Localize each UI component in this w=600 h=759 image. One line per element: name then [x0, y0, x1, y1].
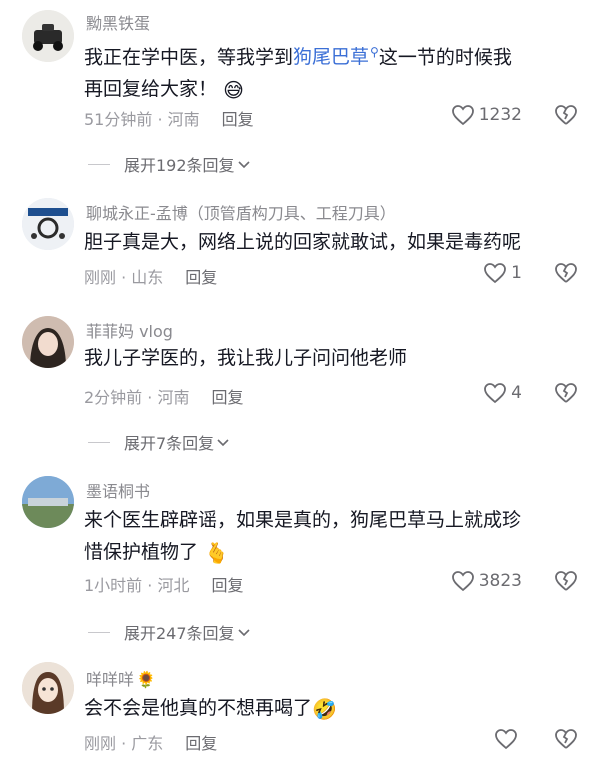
heart-icon — [451, 571, 474, 592]
chevron-down-icon — [237, 629, 250, 637]
avatar[interactable] — [22, 10, 74, 62]
avatar[interactable] — [22, 316, 74, 368]
comment-meta: 2分钟前 · 河南 回复 — [84, 384, 243, 408]
heart-icon — [484, 383, 507, 404]
comment-meta: 刚刚 · 山东 回复 — [84, 264, 217, 288]
divider-line — [88, 631, 110, 633]
like-count: 4 — [511, 383, 522, 403]
like-button[interactable]: 1 — [483, 262, 522, 284]
username[interactable]: 聊城永正-孟博（顶管盾构刀具、工程刀具） — [86, 200, 396, 224]
comment-time-location: 51分钟前 · 河南 — [84, 110, 200, 129]
like-button[interactable]: 1232 — [451, 104, 522, 126]
avatar[interactable] — [22, 198, 74, 250]
expand-label: 展开247条回复 — [124, 624, 235, 643]
comment-time-location: 2分钟前 · 河南 — [84, 388, 190, 407]
like-button[interactable]: 4 — [483, 382, 522, 404]
comment-text: 我儿子学医的，我让我儿子问问他老师 — [84, 347, 408, 369]
avatar[interactable] — [22, 662, 74, 714]
expand-replies-button[interactable]: 展开192条回复 — [88, 152, 251, 176]
expand-replies-button[interactable]: 展开247条回复 — [88, 620, 251, 644]
like-count: 3823 — [478, 571, 522, 591]
sunflower-icon: 🌻 — [136, 670, 156, 689]
emoji: 🤣 — [312, 696, 337, 721]
broken-heart-icon — [555, 729, 577, 749]
comment-text: 会不会是他真的不想再喝了🤣 — [84, 692, 584, 725]
divider-line — [88, 163, 110, 165]
broken-heart-icon — [555, 105, 577, 125]
broken-heart-icon — [555, 383, 577, 403]
reply-button[interactable]: 回复 — [211, 388, 243, 407]
comment-meta: 刚刚 · 广东 回复 — [84, 730, 217, 754]
divider-line — [88, 441, 110, 443]
username[interactable]: 黝黑铁蛋 — [86, 10, 150, 34]
heart-icon — [451, 105, 474, 126]
chevron-down-icon — [237, 161, 250, 169]
comment-text: 胆子真是大，网络上说的回家就敢试，如果是毒药呢 — [84, 231, 522, 253]
like-count: 1232 — [478, 105, 522, 125]
search-icon: ⚲ — [370, 45, 379, 59]
emoji: 🫰 — [204, 540, 229, 565]
chevron-down-icon — [217, 439, 229, 447]
search-link[interactable]: 狗尾巴草⚲ — [293, 45, 379, 68]
username[interactable]: 菲菲妈 vlog — [86, 318, 173, 342]
dislike-button[interactable] — [554, 382, 578, 406]
username[interactable]: 墨语桐书 — [86, 478, 150, 502]
comment-meta: 1小时前 · 河北 回复 — [84, 572, 243, 596]
dislike-button[interactable] — [554, 104, 578, 128]
like-button[interactable] — [494, 728, 522, 750]
avatar[interactable] — [22, 476, 74, 528]
dislike-button[interactable] — [554, 570, 578, 594]
comment-meta: 51分钟前 · 河南 回复 — [84, 106, 254, 130]
reply-button[interactable]: 回复 — [222, 110, 254, 129]
comment-text: 来个医生辟辟谣，如果是真的，狗尾巴草马上就成珍 惜保护植物了 🫰 — [84, 504, 584, 569]
emoji: 😅 — [223, 77, 244, 102]
username[interactable]: 咩咩咩 🌻 — [86, 666, 156, 690]
comment-time-location: 1小时前 · 河北 — [84, 576, 190, 595]
reply-button[interactable]: 回复 — [211, 576, 243, 595]
reply-button[interactable]: 回复 — [185, 268, 217, 287]
reply-button[interactable]: 回复 — [185, 734, 217, 753]
comment-text: 我正在学中医，等我学到狗尾巴草⚲这一节的时候我 再回复给大家！ 😅 — [84, 36, 584, 106]
expand-label: 展开7条回复 — [124, 434, 215, 453]
dislike-button[interactable] — [554, 262, 578, 286]
broken-heart-icon — [555, 263, 577, 283]
heart-icon — [484, 263, 507, 284]
like-button[interactable]: 3823 — [451, 570, 522, 592]
comment-time-location: 刚刚 · 山东 — [84, 268, 164, 287]
comment-time-location: 刚刚 · 广东 — [84, 734, 164, 753]
broken-heart-icon — [555, 571, 577, 591]
heart-icon — [495, 729, 517, 750]
expand-label: 展开192条回复 — [124, 156, 235, 175]
dislike-button[interactable] — [554, 728, 578, 752]
expand-replies-button[interactable]: 展开7条回复 — [88, 430, 230, 454]
like-count: 1 — [511, 263, 522, 283]
